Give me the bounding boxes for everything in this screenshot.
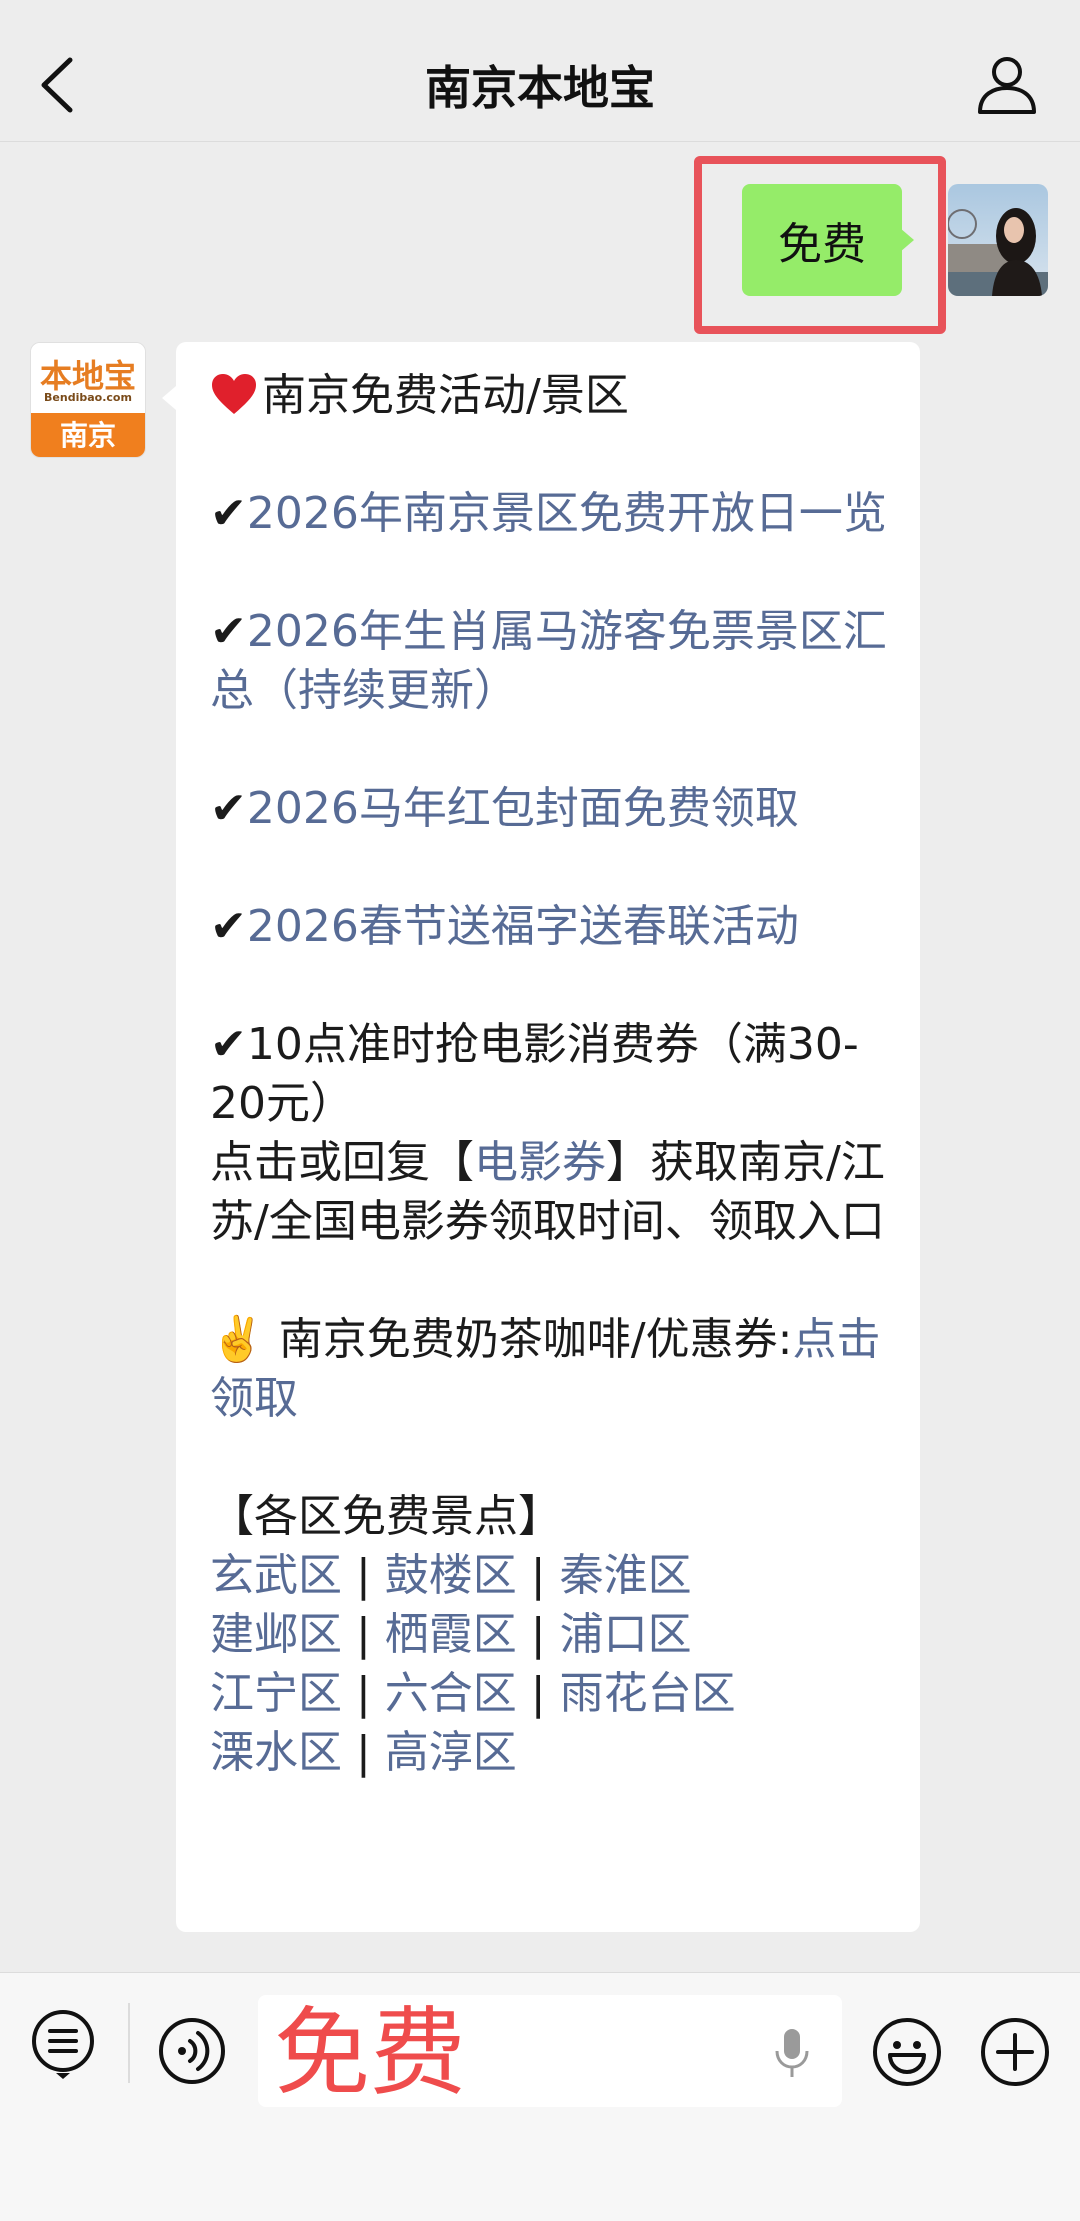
- reply-movie-line: ✔10点准时抢电影消费券（满30-20元）: [210, 1015, 888, 1133]
- reply-tea-line: ✌️ 南京免费奶茶咖啡/优惠券:点击领取: [210, 1310, 888, 1428]
- menu-list-icon: [32, 2010, 94, 2079]
- sent-message-row: 免费: [0, 142, 1080, 342]
- link-district-gulou[interactable]: 鼓楼区: [385, 1550, 517, 1601]
- plus-icon: [981, 2018, 1049, 2086]
- bendibao-avatar[interactable]: 本地宝 Bendibao.com 南京: [30, 342, 146, 458]
- bar-divider: [128, 2003, 130, 2083]
- link-district-pukou[interactable]: 浦口区: [560, 1609, 692, 1660]
- separator: |: [342, 1550, 385, 1601]
- link-district-qinhuai[interactable]: 秦淮区: [560, 1550, 692, 1601]
- received-bubble-tail: [162, 386, 176, 410]
- link-horse-year-free[interactable]: 2026年生肖属马游客免票景区汇总（持续更新）: [210, 606, 887, 716]
- sent-bubble-tail: [900, 228, 914, 252]
- reply-title: 南京免费活动/景区: [262, 370, 629, 421]
- chat-header: 南京本地宝: [0, 0, 1080, 142]
- check-icon: ✔: [210, 606, 247, 657]
- user-icon: [978, 57, 1036, 114]
- user-avatar[interactable]: [948, 184, 1048, 296]
- link-district-lishui[interactable]: 溧水区: [210, 1727, 342, 1778]
- district-row-3: 江宁区 | 六合区 | 雨花台区: [210, 1664, 888, 1723]
- reply-movie-instructions: 点击或回复【电影券】获取南京/江苏/全国电影券领取时间、领取入口: [210, 1133, 888, 1251]
- emoji-button[interactable]: [872, 2017, 942, 2087]
- link-movie-voucher[interactable]: 电影券: [474, 1137, 606, 1188]
- reply-item-4: ✔2026春节送福字送春联活动: [210, 897, 888, 956]
- microphone-icon[interactable]: [772, 2027, 812, 2081]
- avatar-city-text: 南京: [31, 413, 145, 457]
- link-district-xuanwu[interactable]: 玄武区: [210, 1550, 342, 1601]
- smiley-icon: [873, 2018, 941, 2086]
- movie-voucher-text: 10点准时抢电影消费券（满30-20元）: [210, 1019, 859, 1129]
- link-district-jiangning[interactable]: 江宁区: [210, 1668, 342, 1719]
- district-row-1: 玄武区 | 鼓楼区 | 秦淮区: [210, 1546, 888, 1605]
- check-icon: ✔: [210, 1019, 247, 1070]
- message-input[interactable]: 免费: [258, 1995, 842, 2107]
- link-red-envelope-cover[interactable]: 2026马年红包封面免费领取: [247, 783, 799, 834]
- link-spring-couplets[interactable]: 2026春节送福字送春联活动: [247, 901, 799, 952]
- reply-item-1: ✔2026年南京景区免费开放日一览: [210, 484, 888, 543]
- menu-button[interactable]: [30, 2009, 96, 2079]
- link-district-luhe[interactable]: 六合区: [385, 1668, 517, 1719]
- chat-input-bar: 免费: [0, 1972, 1080, 2221]
- message-input-value: 免费: [274, 1997, 466, 2109]
- separator: |: [516, 1609, 560, 1660]
- reply-title-line: 南京免费活动/景区: [210, 366, 888, 425]
- reply-item-2: ✔2026年生肖属马游客免票景区汇总（持续更新）: [210, 602, 888, 720]
- check-icon: ✔: [210, 783, 247, 834]
- district-row-4: 溧水区 | 高淳区: [210, 1723, 888, 1782]
- check-icon: ✔: [210, 901, 247, 952]
- separator: |: [516, 1668, 560, 1719]
- link-district-yuhuatai[interactable]: 雨花台区: [560, 1668, 736, 1719]
- voice-icon: [159, 2018, 225, 2084]
- link-free-open-days[interactable]: 2026年南京景区免费开放日一览: [247, 488, 887, 539]
- movie-prefix: 点击或回复【: [210, 1137, 474, 1188]
- check-icon: ✔: [210, 488, 247, 539]
- more-button[interactable]: [980, 2017, 1050, 2087]
- separator: |: [342, 1668, 385, 1719]
- victory-hand-icon: ✌️: [210, 1314, 265, 1365]
- reply-item-3: ✔2026马年红包封面免费领取: [210, 779, 888, 838]
- voice-button[interactable]: [158, 2017, 226, 2085]
- link-district-jianye[interactable]: 建邺区: [210, 1609, 342, 1660]
- sent-message-bubble[interactable]: 免费: [742, 184, 902, 296]
- separator: |: [516, 1550, 560, 1601]
- profile-button[interactable]: [974, 52, 1040, 118]
- chat-title: 南京本地宝: [425, 61, 655, 115]
- tea-coffee-text: 南京免费奶茶咖啡/优惠券:: [278, 1314, 793, 1365]
- chat-screen: 南京本地宝 免费 本地宝 Bendibao.com 南京 南京免费活动/景区 ✔…: [0, 0, 1080, 2221]
- separator: |: [342, 1609, 385, 1660]
- separator: |: [342, 1727, 385, 1778]
- districts-title: 【各区免费景点】: [210, 1491, 562, 1542]
- heart-icon: [210, 366, 262, 425]
- received-message-bubble: 南京免费活动/景区 ✔2026年南京景区免费开放日一览 ✔2026年生肖属马游客…: [176, 342, 920, 1932]
- avatar-site-text: Bendibao.com: [44, 391, 132, 404]
- link-district-qixia[interactable]: 栖霞区: [385, 1609, 517, 1660]
- sent-message-text: 免费: [778, 219, 866, 270]
- link-district-gaochun[interactable]: 高淳区: [385, 1727, 517, 1778]
- district-row-2: 建邺区 | 栖霞区 | 浦口区: [210, 1605, 888, 1664]
- user-avatar-photo: [948, 184, 1048, 296]
